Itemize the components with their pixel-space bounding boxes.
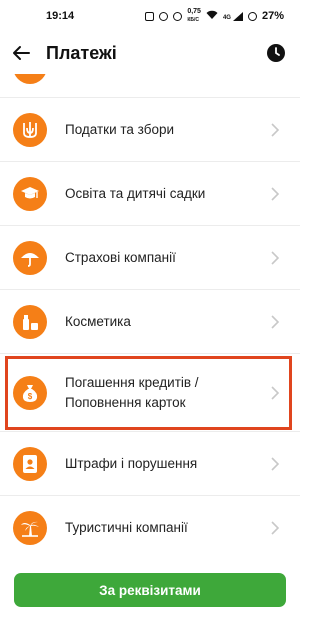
payment-categories-list: Податки та збори Освіта та дитячі садки [0, 74, 300, 554]
signal-icon: 4G [223, 11, 243, 21]
list-item-label: Страхові компанії [65, 249, 176, 265]
chevron-right-icon [271, 122, 280, 137]
status-time: 19:14 [46, 10, 75, 22]
list-item-label: Освіта та дитячі садки [65, 185, 206, 201]
list-item-label: Податки та збори [65, 121, 175, 137]
alarm-icon [159, 11, 169, 21]
status-icons: 0,75 КБ/С 4G 27% [145, 8, 284, 24]
list-item-label: Туристичні компанії [65, 519, 188, 535]
wifi-icon [206, 10, 218, 22]
network-speed: 0,75 КБ/С [187, 8, 201, 23]
page-title: Платежі [46, 42, 117, 63]
chevron-right-icon [271, 250, 280, 265]
clock-icon [267, 44, 285, 62]
list-item-fines[interactable]: Штрафи і порушення [0, 432, 300, 496]
chevron-right-icon [271, 385, 280, 400]
list-item-label: Погашення кредитів / Поповнення карток [65, 373, 270, 413]
list-item-label-line2: Поповнення карток [65, 394, 186, 410]
status-bar: 19:14 0,75 КБ/С 4G 27% [0, 0, 300, 32]
list-item-cosmetics[interactable]: Косметика [0, 290, 300, 354]
list-item-label: Штрафи і порушення [65, 455, 198, 471]
pay-by-details-button[interactable]: За реквізитами [14, 573, 286, 607]
trident-icon [13, 112, 47, 147]
back-button[interactable] [12, 39, 40, 67]
chevron-right-icon [271, 456, 280, 471]
battery-level: 27% [261, 10, 284, 22]
battery-saver-icon [247, 11, 257, 21]
list-item-tour-companies[interactable]: Туристичні компанії [0, 496, 300, 554]
partial-icon [13, 74, 47, 84]
payments-screen: 19:14 0,75 КБ/С 4G 27% Платежі Податки т… [0, 0, 300, 619]
chevron-right-icon [271, 520, 280, 535]
graduation-cap-icon [13, 176, 47, 211]
app-header: Платежі [0, 32, 300, 74]
dnd-icon [173, 11, 183, 21]
nfc-icon [145, 11, 155, 21]
back-arrow-icon [13, 46, 30, 60]
chevron-right-icon [271, 314, 280, 329]
list-item-label: Косметика [65, 313, 131, 329]
history-button[interactable] [264, 41, 288, 65]
umbrella-icon [13, 240, 47, 275]
list-item-loan-repayment[interactable]: $ Погашення кредитів / Поповнення карток [0, 354, 300, 432]
id-badge-icon [13, 446, 47, 481]
palm-tree-icon [13, 510, 47, 545]
svg-text:$: $ [28, 392, 33, 401]
list-item-insurance[interactable]: Страхові компанії [0, 226, 300, 290]
chevron-right-icon [271, 186, 280, 201]
list-item-label-line1: Погашення кредитів / [65, 374, 199, 390]
list-item-education[interactable]: Освіта та дитячі садки [0, 162, 300, 226]
cosmetics-icon [13, 304, 47, 339]
bottom-bar: За реквізитами [0, 560, 300, 619]
list-item-partial[interactable] [0, 74, 300, 98]
list-item-taxes[interactable]: Податки та збори [0, 98, 300, 162]
money-bag-icon: $ [13, 375, 47, 410]
